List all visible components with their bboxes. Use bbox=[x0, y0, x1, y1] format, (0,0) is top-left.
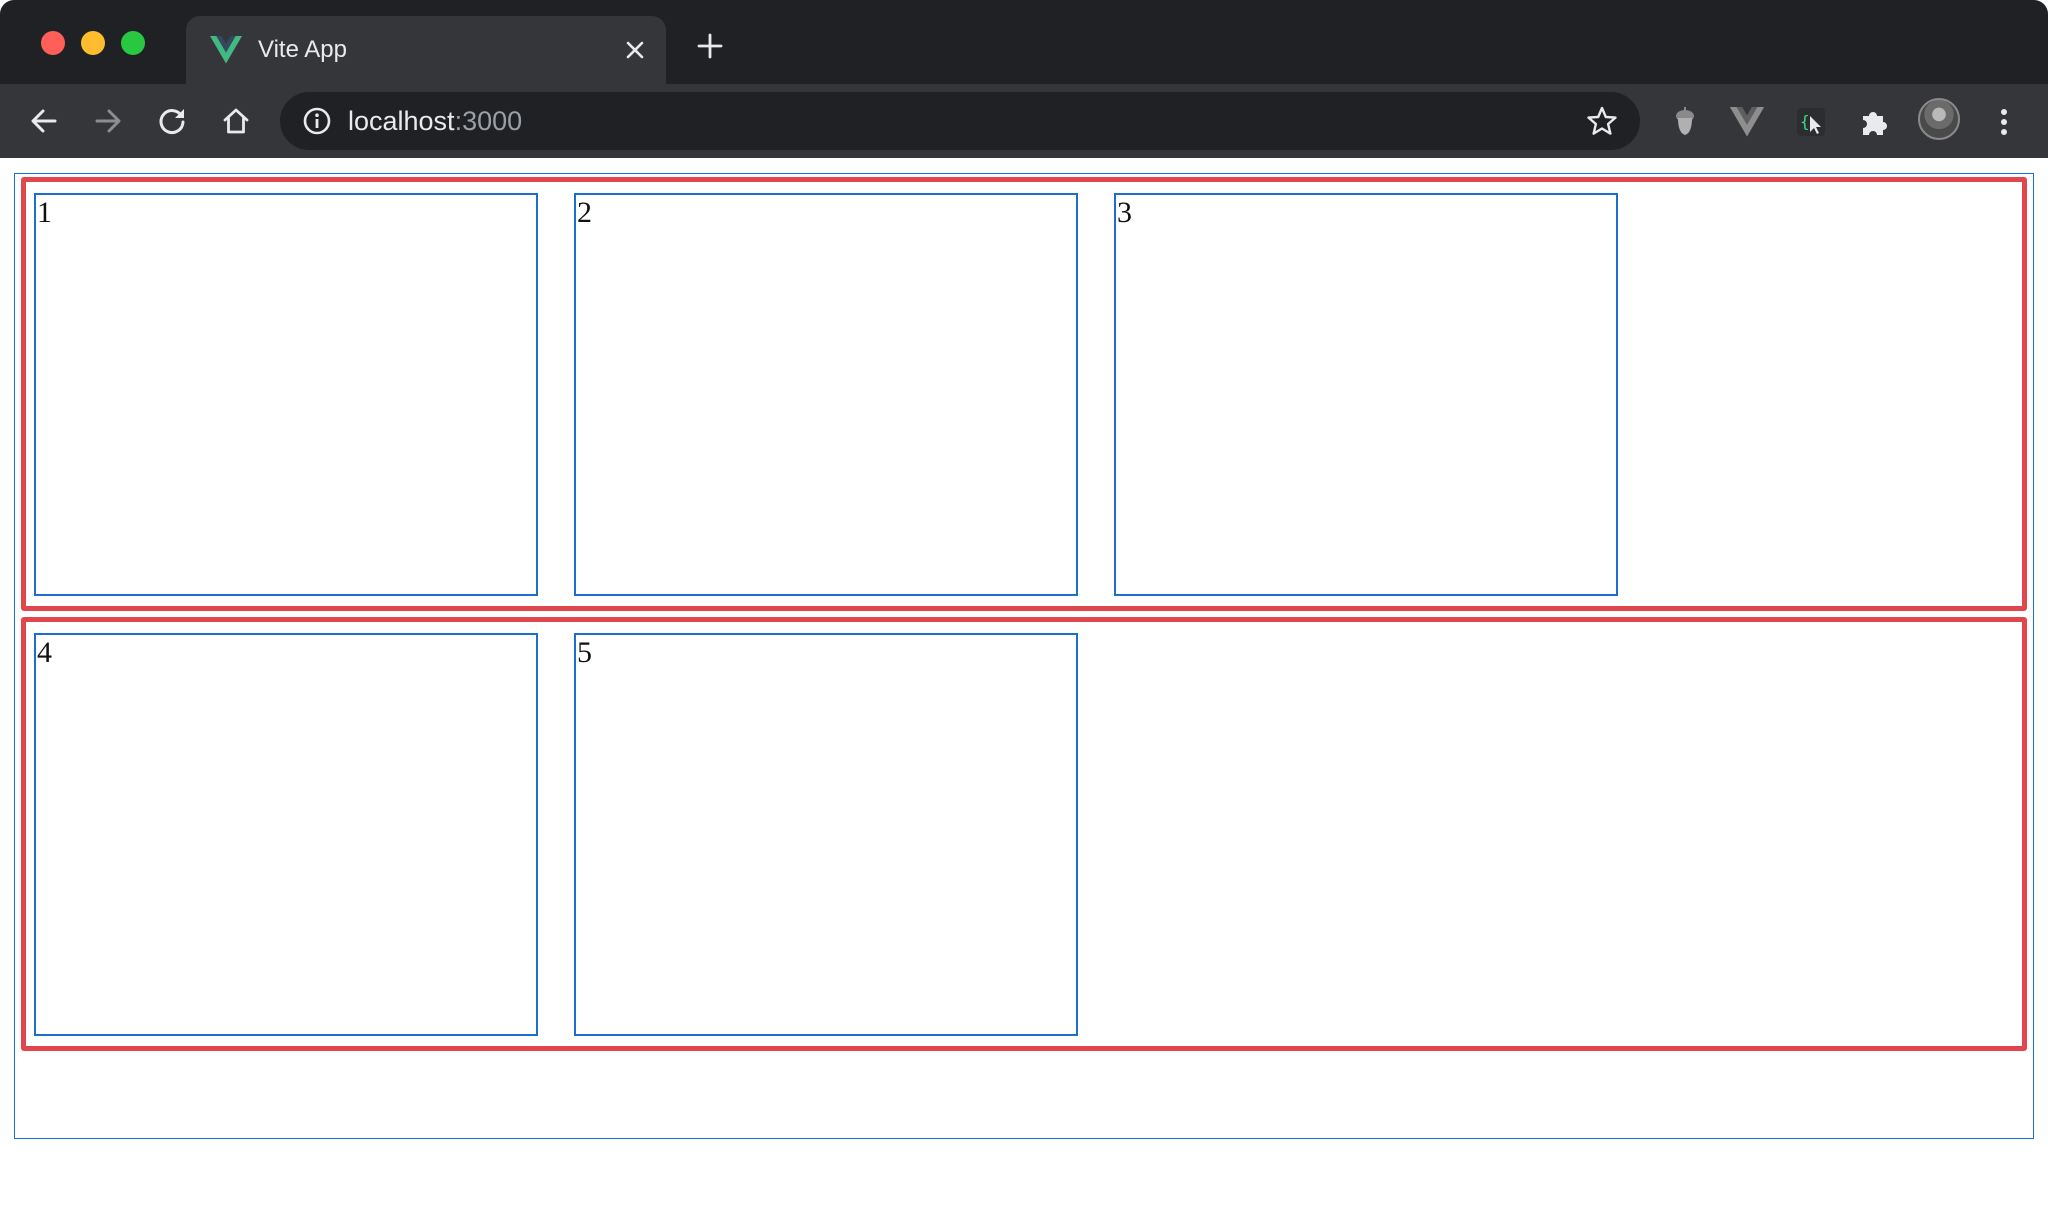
page-viewport: 1 2 3 4 5 bbox=[0, 158, 2048, 1230]
home-button[interactable] bbox=[216, 101, 256, 141]
browser-tab-active[interactable]: Vite App bbox=[186, 16, 666, 84]
card: 4 bbox=[34, 633, 538, 1036]
close-icon bbox=[626, 41, 644, 59]
card-number: 1 bbox=[37, 196, 52, 229]
card: 2 bbox=[574, 193, 1078, 596]
vue-devtools-icon bbox=[1729, 107, 1765, 137]
arrow-right-icon bbox=[95, 109, 121, 133]
tab-title: Vite App bbox=[258, 36, 347, 63]
card-number: 4 bbox=[37, 636, 52, 669]
info-icon[interactable] bbox=[302, 106, 332, 136]
vue-devtools-button[interactable] bbox=[1728, 103, 1766, 141]
reload-button[interactable] bbox=[152, 101, 192, 141]
browser-titlebar: Vite App bbox=[0, 0, 2048, 84]
card: 3 bbox=[1114, 193, 1618, 596]
vue-logo-icon bbox=[210, 36, 242, 64]
arrow-left-icon bbox=[31, 109, 57, 133]
browser-toolbar: localhost:3000 { bbox=[0, 84, 2048, 158]
window-minimize-button[interactable] bbox=[81, 31, 105, 55]
extensions-button[interactable] bbox=[1855, 103, 1893, 141]
svg-text:{: { bbox=[1800, 112, 1810, 131]
back-button[interactable] bbox=[24, 101, 64, 141]
url-text[interactable]: localhost:3000 bbox=[348, 104, 522, 138]
card: 5 bbox=[574, 633, 1078, 1036]
address-bar[interactable]: localhost:3000 bbox=[280, 92, 1640, 150]
card: 1 bbox=[34, 193, 538, 596]
browser-menu-button[interactable] bbox=[1985, 103, 2023, 141]
card-row: 1 2 3 bbox=[21, 177, 2027, 611]
kebab-menu-icon bbox=[2001, 109, 2007, 135]
code-cursor-extension-button[interactable]: { bbox=[1792, 103, 1830, 141]
tab-close-button[interactable] bbox=[618, 33, 652, 67]
profile-avatar[interactable] bbox=[1918, 98, 1960, 140]
card-number: 2 bbox=[577, 196, 592, 229]
forward-button[interactable] bbox=[88, 101, 128, 141]
card-row: 4 5 bbox=[21, 617, 2027, 1051]
star-icon[interactable] bbox=[1586, 105, 1618, 137]
acorn-extension-button[interactable] bbox=[1666, 103, 1704, 141]
app-container: 1 2 3 4 5 bbox=[14, 173, 2034, 1139]
home-icon bbox=[223, 108, 249, 134]
code-cursor-extension-icon: { bbox=[1797, 108, 1825, 136]
card-number: 3 bbox=[1117, 196, 1132, 229]
puzzle-extensions-icon bbox=[1863, 112, 1887, 135]
window-maximize-button[interactable] bbox=[121, 31, 145, 55]
url-port: :3000 bbox=[454, 106, 523, 136]
card-number: 5 bbox=[577, 636, 592, 669]
plus-icon bbox=[697, 33, 723, 59]
url-host: localhost bbox=[348, 106, 455, 136]
acorn-extension-icon bbox=[1676, 107, 1694, 135]
new-tab-button[interactable] bbox=[694, 30, 726, 62]
reload-icon bbox=[159, 109, 185, 135]
window-close-button[interactable] bbox=[41, 31, 65, 55]
